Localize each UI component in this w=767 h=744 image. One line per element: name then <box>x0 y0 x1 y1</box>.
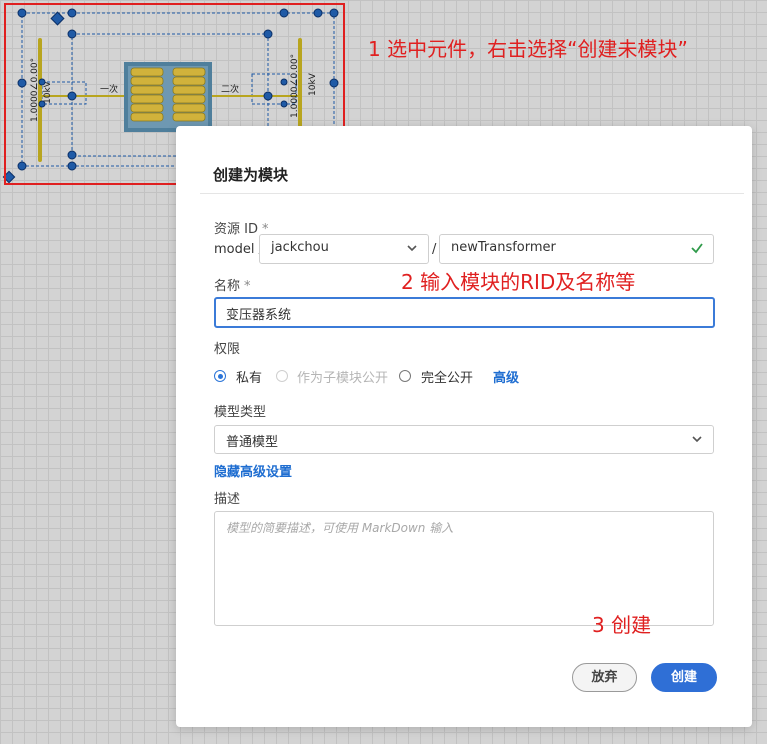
name-input-value: 变压器系统 <box>226 308 292 323</box>
owner-select[interactable]: jackchou <box>259 234 429 264</box>
description-label: 描述 <box>214 492 241 507</box>
annotation-step2: 2 输入模块的RID及名称等 <box>401 270 636 294</box>
radio-submodule-public[interactable] <box>276 370 288 382</box>
check-icon <box>691 243 703 254</box>
chevron-down-icon <box>407 245 417 252</box>
model-type-label: 模型类型 <box>214 405 267 420</box>
model-type-value: 普通模型 <box>226 435 279 450</box>
resource-name-value: newTransformer <box>451 240 556 255</box>
required-mark: * <box>244 279 251 294</box>
radio-fully-public-label: 完全公开 <box>421 371 474 386</box>
cancel-button[interactable]: 放弃 <box>572 663 637 692</box>
create-button[interactable]: 创建 <box>651 663 717 692</box>
annotation-step3: 3 创建 <box>592 613 652 637</box>
resource-id-prefix: model / <box>214 242 263 257</box>
create-module-dialog: 创建为模块 资源 ID * model / jackchou / newTrans… <box>176 126 752 727</box>
hide-advanced-settings-link[interactable]: 隐藏高级设置 <box>214 461 292 480</box>
radio-private[interactable] <box>214 370 226 382</box>
advanced-permission-link[interactable]: 高级 <box>493 367 519 386</box>
title-divider <box>200 193 744 194</box>
owner-select-value: jackchou <box>271 240 329 255</box>
name-input[interactable]: 变压器系统 <box>214 297 715 328</box>
description-placeholder: 模型的简要描述，可使用 MarkDown 输入 <box>226 521 454 535</box>
resource-name-input[interactable]: newTransformer <box>439 234 714 264</box>
name-label-text: 名称 <box>214 279 241 294</box>
annotation-step1: 1 选中元件，右击选择“创建未模块” <box>368 37 688 61</box>
resource-id-label-text: 资源 ID <box>214 222 258 237</box>
permission-label: 权限 <box>214 342 241 357</box>
model-type-select[interactable]: 普通模型 <box>214 425 714 454</box>
radio-submodule-public-label: 作为子模块公开 <box>297 371 389 386</box>
dialog-title: 创建为模块 <box>213 166 289 184</box>
resource-id-separator: / <box>432 242 437 257</box>
name-label: 名称 * <box>214 275 251 294</box>
chevron-down-icon <box>692 436 702 443</box>
radio-fully-public[interactable] <box>399 370 411 382</box>
radio-private-label: 私有 <box>236 371 263 386</box>
